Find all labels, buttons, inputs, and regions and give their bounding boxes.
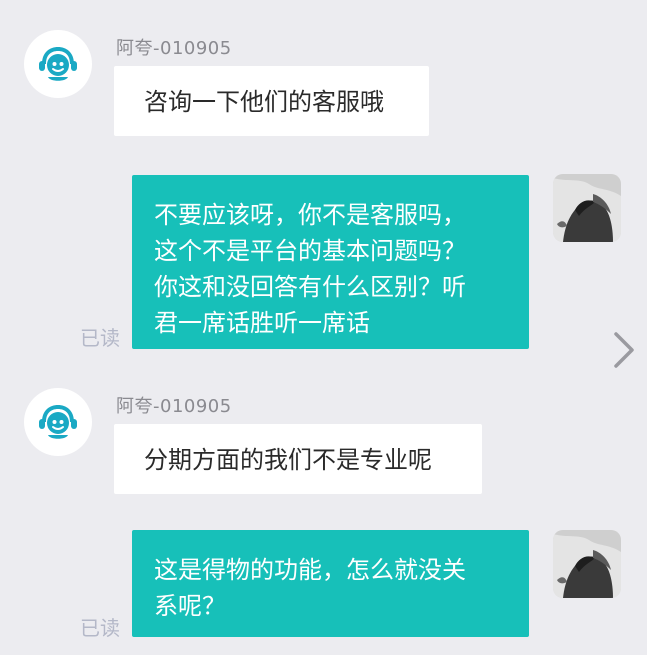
- sender-name: 阿夸-010905: [116, 396, 232, 417]
- chevron-right-icon[interactable]: [610, 330, 640, 370]
- user-avatar-icon: [553, 174, 621, 242]
- user-message-bubble[interactable]: 不要应该呀，你不是客服吗， 这个不是平台的基本问题吗？ 你这和没回答有什么区别？…: [132, 175, 529, 349]
- sender-name: 阿夸-010905: [116, 38, 232, 59]
- read-status: 已读: [80, 326, 120, 350]
- user-message-bubble[interactable]: 这是得物的功能，怎么就没关 系呢？: [132, 530, 529, 637]
- customer-service-avatar-icon: [39, 405, 77, 439]
- chat-thread: 阿夸-010905 咨询一下他们的客服哦 已读 不要应该呀，你不是客服吗， 这个…: [0, 0, 647, 655]
- user-avatar[interactable]: [553, 530, 621, 598]
- customer-service-avatar[interactable]: [24, 30, 92, 98]
- customer-service-avatar-icon: [39, 47, 77, 81]
- user-avatar[interactable]: [553, 174, 621, 242]
- agent-message-bubble[interactable]: 分期方面的我们不是专业呢: [114, 424, 482, 494]
- user-avatar-icon: [553, 530, 621, 598]
- customer-service-avatar[interactable]: [24, 388, 92, 456]
- read-status: 已读: [80, 616, 120, 640]
- agent-message-bubble[interactable]: 咨询一下他们的客服哦: [114, 66, 429, 136]
